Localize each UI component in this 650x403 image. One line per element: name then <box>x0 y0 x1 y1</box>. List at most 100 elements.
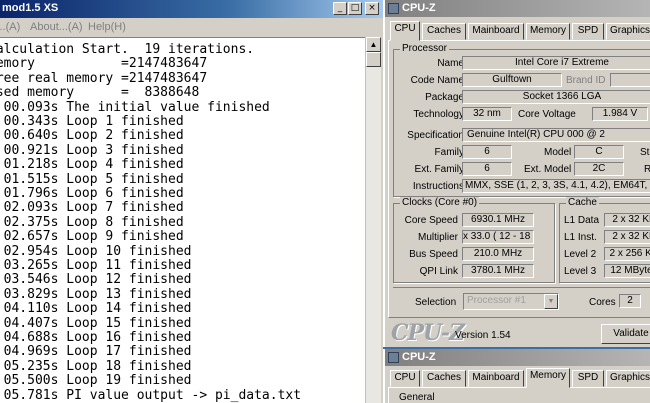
tab-graphics[interactable]: Graphics <box>606 370 650 387</box>
output-line: 05.781s PI value output -> pi_data.txt <box>0 387 302 403</box>
cpuz-titlebar[interactable]: CPU-Z <box>385 0 650 17</box>
output-line: 04.407s Loop 15 finished <box>0 315 192 331</box>
menu-calculate[interactable]: ulation...(A) <box>0 21 20 33</box>
version-text: Version 1.54 <box>455 330 511 341</box>
minimize-icon[interactable]: _ <box>333 2 347 15</box>
tab-memory[interactable]: Memory <box>526 368 570 388</box>
technology-value: 32 nm <box>462 107 512 121</box>
cpuz2-title: CPU-Z <box>402 351 436 363</box>
technology-label: Technology <box>413 109 464 120</box>
family-value: 6 <box>462 145 512 159</box>
package-value: Socket 1366 LGA <box>462 90 650 104</box>
tab-mainboard[interactable]: Mainboard <box>468 23 524 40</box>
processor-group: Processor Name Intel Core i7 Extreme Cod… <box>393 43 650 197</box>
code-name-value: Gulftown <box>462 73 562 87</box>
output-line: 00.921s Loop 3 finished <box>0 142 184 158</box>
core-voltage-label: Core Voltage <box>518 109 576 120</box>
cores-label: Cores <box>589 297 616 308</box>
clocks-group-label: Clocks (Core #0) <box>400 197 480 208</box>
menu-help[interactable]: Help(H) <box>88 21 126 33</box>
general-group-label: General <box>399 392 435 403</box>
cores-value: 2 <box>619 294 641 308</box>
tab-cpu[interactable]: CPU <box>390 370 420 387</box>
output-line: 04.969s Loop 17 finished <box>0 344 192 360</box>
l1-inst-value: 2 x 32 KB <box>604 230 650 244</box>
model-value: C <box>574 145 624 159</box>
level2-value: 2 x 256 KB <box>604 247 650 261</box>
tab-memory[interactable]: Memory <box>526 23 570 40</box>
tab-graphics[interactable]: Graphics <box>606 23 650 40</box>
brand-id-label: Brand ID <box>566 75 606 86</box>
chevron-down-icon[interactable]: ▼ <box>544 294 558 309</box>
cache-group-label: Cache <box>566 197 599 208</box>
instructions-label: Instructions <box>412 181 464 192</box>
superpi-output: Calculation Start. 19 iterations. Memory … <box>0 37 365 403</box>
output-line: 00.343s Loop 1 finished <box>0 114 184 129</box>
output-line: 03.829s Loop 13 finished <box>0 286 192 302</box>
output-line: 04.688s Loop 16 finished <box>0 330 192 345</box>
cpuz2-titlebar[interactable]: CPU-Z <box>385 349 650 366</box>
name-label: Name <box>437 58 464 69</box>
processor-select[interactable]: Processor #1 ▼ <box>463 293 559 310</box>
cpu-name-value: Intel Core i7 Extreme <box>462 56 650 70</box>
output-line: 03.265s Loop 11 finished <box>0 258 192 273</box>
superpi-titlebar[interactable]: mod1.5 XS _ □ × <box>0 0 383 18</box>
core-speed-label: Core Speed <box>404 215 458 226</box>
brand-id-value <box>610 73 650 87</box>
superpi-window: mod1.5 XS _ □ × ulation...(A) About...(A… <box>0 0 383 403</box>
selection-label: Selection <box>415 297 457 308</box>
model-label: Model <box>544 147 572 158</box>
stepping-label: Ste <box>640 147 650 158</box>
menu-about[interactable]: About...(A) <box>30 21 83 33</box>
l1-data-label: L1 Data <box>564 215 600 226</box>
close-icon[interactable]: × <box>365 2 379 15</box>
output-line: Free real memory =2147483647 <box>0 70 208 86</box>
core-speed-value: 6930.1 MHz <box>462 213 534 227</box>
superpi-menubar: ulation...(A) About...(A) Help(H) <box>0 18 383 36</box>
multiplier-value: x 33.0 ( 12 - 18 ) <box>462 230 534 244</box>
output-line: 01.796s Loop 6 finished <box>0 186 184 201</box>
package-label: Package <box>425 92 464 103</box>
level3-value: 12 MBytes <box>604 264 650 278</box>
selection-row: Selection Processor #1 ▼ Cores 2 <box>393 287 650 315</box>
output-line: 05.235s Loop 18 finished <box>0 358 192 374</box>
output-line: 02.093s Loop 7 finished <box>0 200 184 216</box>
output-line: 02.375s Loop 8 finished <box>0 214 184 230</box>
tab-spd[interactable]: SPD <box>572 370 604 387</box>
cpuz-logo: CPU-Z <box>391 320 465 346</box>
cpuz-window: CPU-Z CPU Caches Mainboard Memory SPD Gr… <box>383 0 650 347</box>
scroll-thumb[interactable] <box>366 52 381 67</box>
cpuz2-tabs: CPU Caches Mainboard Memory SPD Graphics <box>388 368 650 388</box>
level3-label: Level 3 <box>564 266 597 277</box>
output-line: 01.515s Loop 5 finished <box>0 171 184 187</box>
tab-caches[interactable]: Caches <box>422 23 466 40</box>
specification-value: Genuine Intel(R) CPU 000 @ 2 <box>462 128 650 142</box>
cache-group: Cache L1 Data 2 x 32 KB L1 Inst. 2 x 32 … <box>559 197 650 283</box>
bus-speed-value: 210.0 MHz <box>462 247 534 261</box>
revision-label: Re <box>644 164 650 175</box>
maximize-icon[interactable]: □ <box>348 2 362 15</box>
clocks-group: Clocks (Core #0) Core Speed 6930.1 MHz M… <box>393 197 555 283</box>
specification-label: Specification <box>407 130 464 141</box>
tab-spd[interactable]: SPD <box>572 23 604 40</box>
scroll-up-icon[interactable]: ▲ <box>366 37 381 52</box>
qpi-link-label: QPI Link <box>419 266 458 277</box>
tab-mainboard[interactable]: Mainboard <box>468 370 524 387</box>
tab-caches[interactable]: Caches <box>422 370 466 387</box>
output-line: 01.218s Loop 4 finished <box>0 157 184 173</box>
memory-tab-panel: General <box>388 387 650 403</box>
ext-model-label: Ext. Model <box>524 164 572 175</box>
validate-button[interactable]: Validate <box>601 324 650 344</box>
cpuz-memory-window: CPU-Z CPU Caches Mainboard Memory SPD Gr… <box>383 349 650 403</box>
qpi-link-value: 3780.1 MHz <box>462 264 534 278</box>
output-line: 00.640s Loop 2 finished <box>0 128 184 144</box>
instructions-value: MMX, SSE (1, 2, 3, 3S, 4.1, 4.2), EM64T,… <box>462 179 650 193</box>
tab-cpu[interactable]: CPU <box>390 21 420 41</box>
vertical-scrollbar[interactable]: ▲ <box>365 37 381 403</box>
level2-label: Level 2 <box>564 249 597 260</box>
bus-speed-label: Bus Speed <box>409 249 458 260</box>
processor-group-label: Processor <box>400 43 450 54</box>
cpuz-tabs: CPU Caches Mainboard Memory SPD Graphics <box>388 21 650 41</box>
output-line: Used memory = 8388648 <box>0 85 200 101</box>
output-line: 04.110s Loop 14 finished <box>0 301 192 317</box>
